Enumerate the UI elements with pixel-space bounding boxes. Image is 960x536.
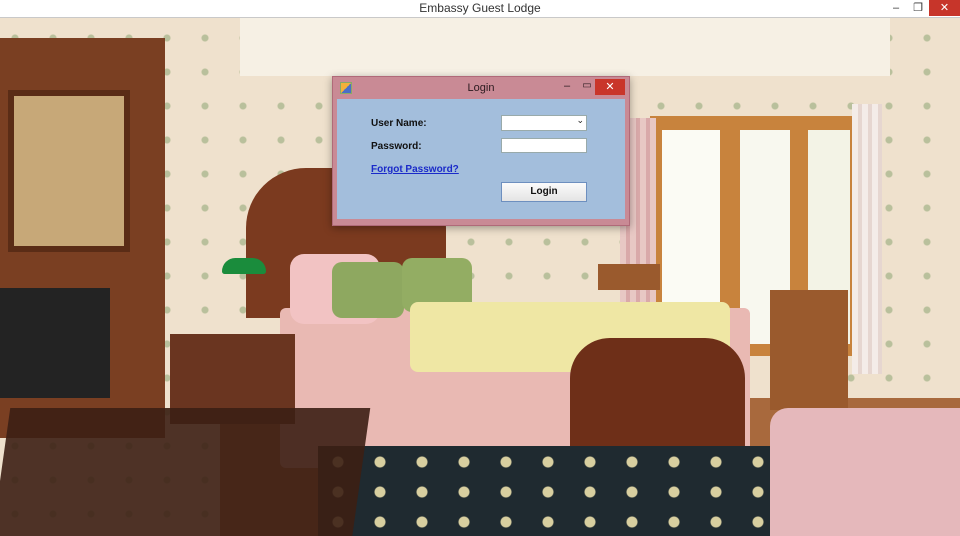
dialog-minimize-button[interactable]: – — [558, 79, 576, 95]
login-dialog-title-bar[interactable]: Login – ▭ ✕ — [333, 77, 629, 97]
window-title-bar: Embassy Guest Lodge – ❐ ✕ — [0, 0, 960, 18]
chair — [770, 290, 848, 410]
forgot-password-link[interactable]: Forgot Password? — [371, 164, 459, 175]
mirror — [8, 90, 130, 252]
password-field[interactable] — [501, 138, 587, 153]
login-button[interactable]: Login — [501, 182, 587, 202]
username-label: User Name: — [371, 118, 427, 129]
lamp-icon — [222, 258, 266, 274]
dialog-close-button[interactable]: ✕ — [595, 79, 625, 95]
dialog-maximize-button[interactable]: ▭ — [578, 79, 596, 95]
fireplace — [0, 288, 110, 398]
window-minimize-button[interactable]: – — [886, 0, 906, 16]
login-form: User Name: ⌄ Password: Forgot Password? … — [337, 99, 625, 219]
rug — [318, 446, 818, 536]
pillow — [332, 262, 404, 318]
chair-back — [598, 264, 660, 290]
chevron-down-icon[interactable]: ⌄ — [576, 115, 584, 126]
window-title: Embassy Guest Lodge — [419, 1, 541, 15]
username-dropdown[interactable]: ⌄ — [501, 115, 587, 131]
password-label: Password: — [371, 141, 422, 152]
curtain-right — [852, 104, 882, 374]
sofa — [770, 408, 960, 536]
login-dialog: Login – ▭ ✕ User Name: ⌄ Password: Forgo… — [332, 76, 630, 226]
glass-table — [0, 408, 371, 536]
ceiling — [240, 18, 890, 76]
window-maximize-button[interactable]: ❐ — [908, 0, 928, 16]
window-close-button[interactable]: ✕ — [929, 0, 960, 16]
